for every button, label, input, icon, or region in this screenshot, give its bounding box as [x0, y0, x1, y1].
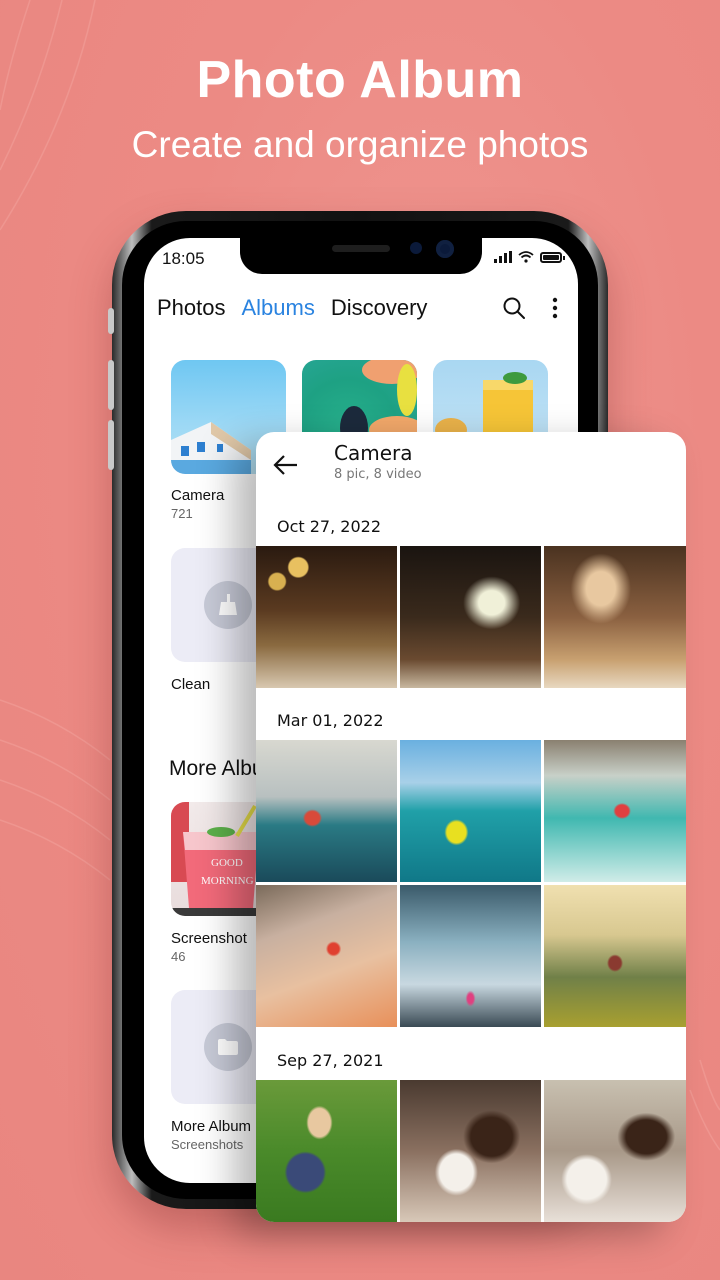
hero-subtitle: Create and organize photos	[131, 124, 589, 165]
detail-title: Camera	[334, 441, 413, 465]
broom-icon	[204, 581, 252, 629]
photo-toddler-flowers[interactable]	[256, 1080, 397, 1222]
tab-discovery[interactable]: Discovery	[331, 295, 428, 321]
status-icons	[494, 251, 565, 263]
phone-volume-up	[108, 360, 114, 410]
album-count: 721	[171, 506, 193, 521]
photo-grid	[256, 1080, 686, 1222]
photo-dinner-wine[interactable]	[256, 546, 397, 688]
date-header: Mar 01, 2022	[277, 711, 384, 730]
tab-albums[interactable]: Albums	[242, 295, 315, 321]
photo-party-sparklers[interactable]	[400, 546, 541, 688]
photo-mother-daughter-kiss[interactable]	[400, 1080, 541, 1222]
phone-volume-down	[108, 420, 114, 470]
search-icon[interactable]	[502, 296, 526, 320]
photo-hikers[interactable]	[544, 885, 686, 1027]
phone-notch	[240, 238, 482, 274]
album-name: More Album	[171, 1118, 252, 1135]
folder-icon	[204, 1023, 252, 1071]
photo-family-dinner[interactable]	[544, 546, 686, 688]
photo-kayak-cliffs[interactable]	[256, 740, 397, 882]
photo-kayak-rapids[interactable]	[544, 740, 686, 882]
photo-rock-climber[interactable]	[256, 885, 397, 1027]
top-tabs: Photos Albums Discovery	[157, 295, 427, 321]
album-detail-card: Camera 8 pic, 8 video Oct 27, 2022 Mar 0…	[256, 432, 686, 1222]
tool-name: Clean	[171, 676, 211, 693]
album-count: 46	[171, 949, 186, 964]
detail-subtitle: 8 pic, 8 video	[334, 467, 422, 482]
photo-mother-daughter-play[interactable]	[544, 1080, 686, 1222]
more-vertical-icon[interactable]	[548, 296, 562, 320]
phone-mute-switch	[108, 308, 114, 334]
album-name: Camera	[171, 487, 225, 504]
date-header: Sep 27, 2021	[277, 1051, 384, 1070]
hero-title: Photo Album	[196, 51, 524, 109]
photo-grid	[256, 546, 686, 688]
back-arrow-icon[interactable]	[272, 454, 298, 476]
more-albums-title: More Albu	[169, 757, 264, 780]
status-time: 18:05	[162, 249, 205, 268]
wifi-icon	[518, 251, 534, 263]
photo-kayak-yellow[interactable]	[400, 740, 541, 882]
svg-text:GOOD: GOOD	[211, 857, 243, 869]
date-header: Oct 27, 2022	[277, 517, 381, 536]
photo-grid	[256, 740, 686, 1027]
album-name: Screenshot	[171, 930, 247, 947]
album-count: Screenshots	[171, 1137, 244, 1152]
battery-icon	[540, 251, 565, 263]
signal-icon	[494, 251, 512, 263]
tab-photos[interactable]: Photos	[157, 295, 226, 321]
svg-text:MORNING: MORNING	[201, 875, 254, 887]
photo-waterfall[interactable]	[400, 885, 541, 1027]
